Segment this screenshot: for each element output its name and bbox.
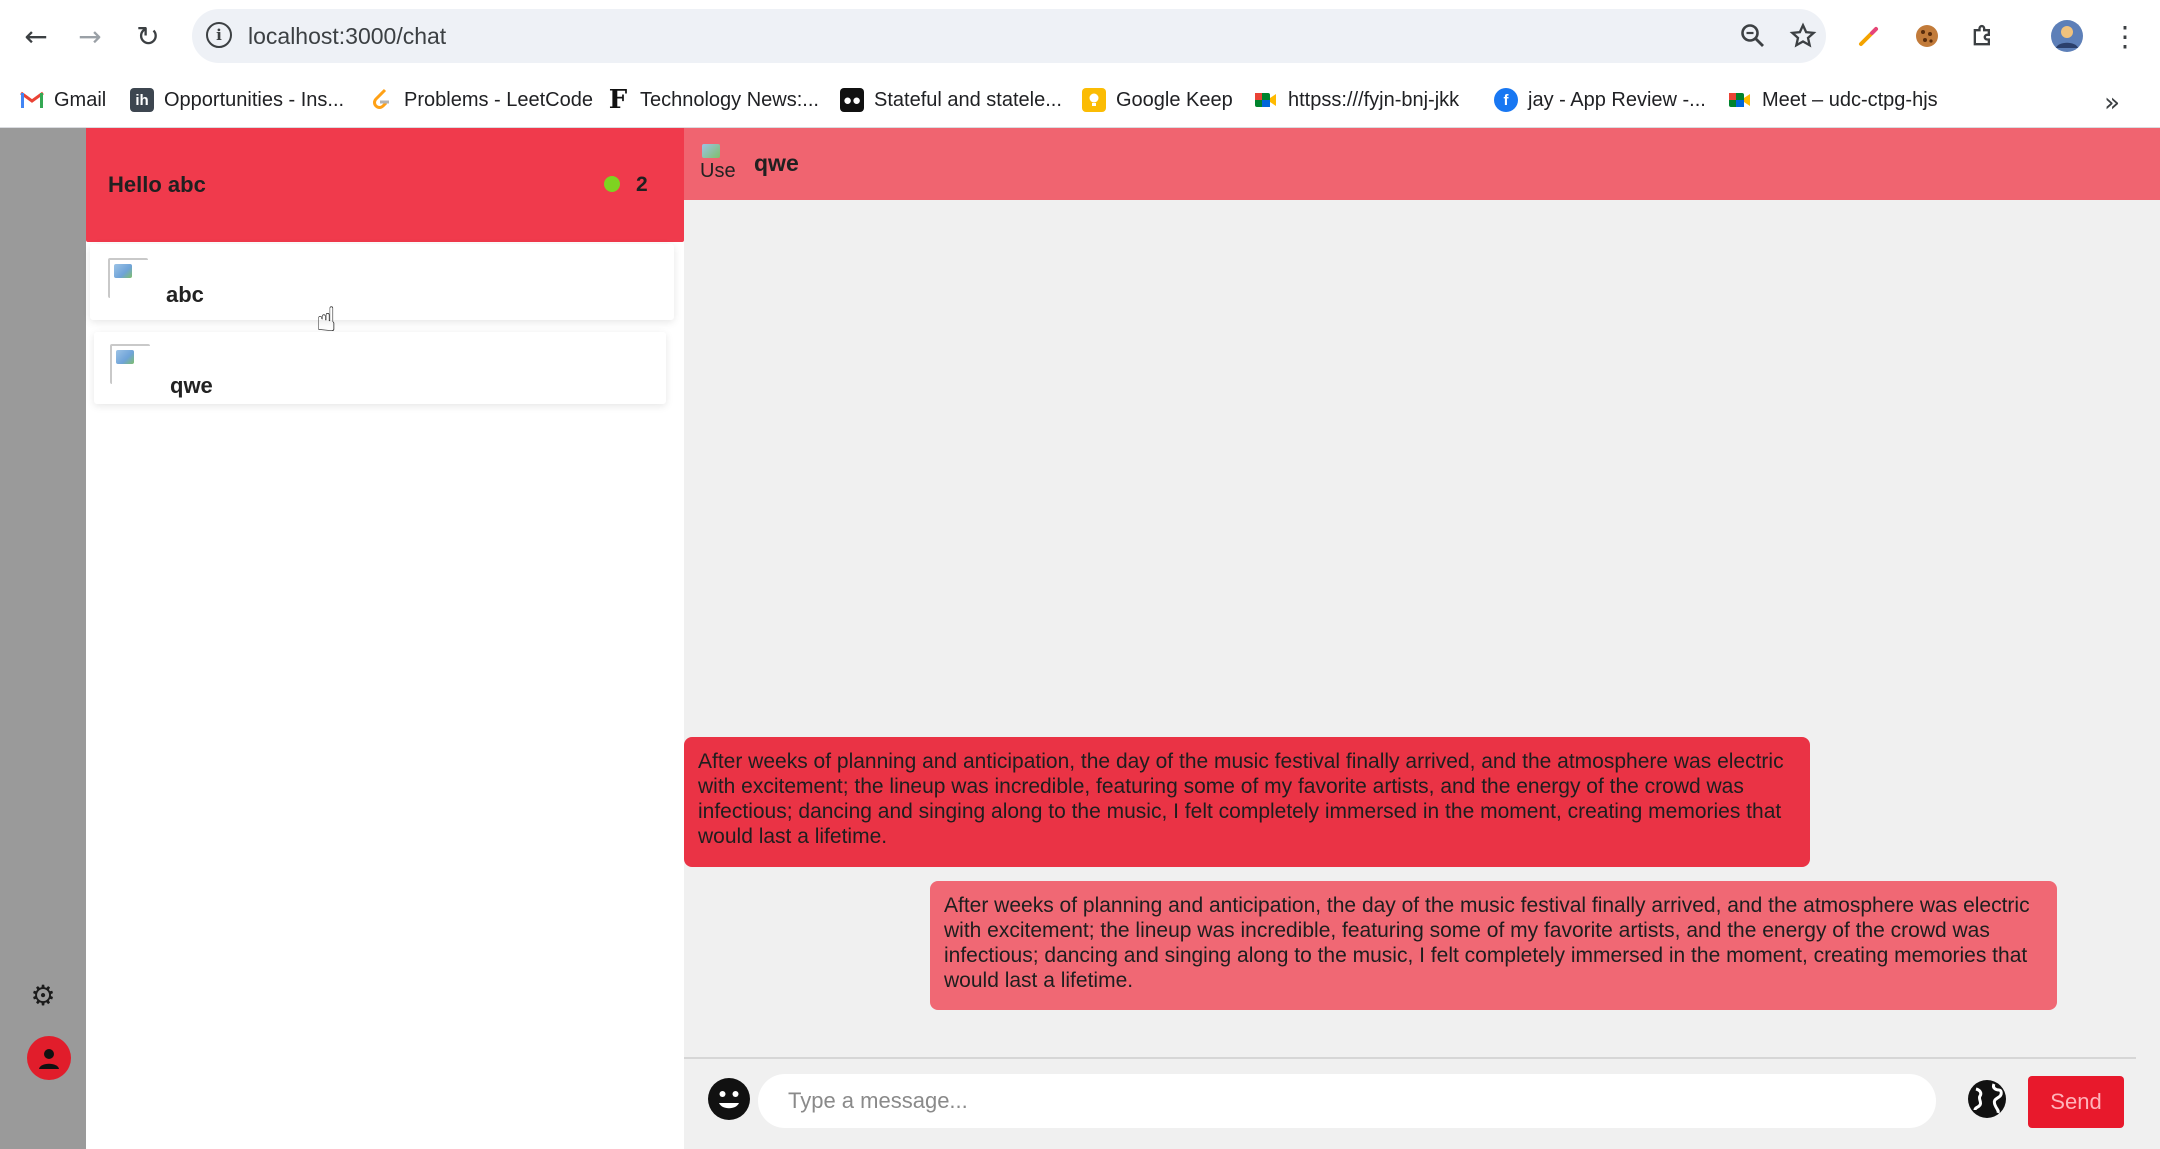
bookmark-google-keep[interactable]: Google Keep <box>1082 82 1233 118</box>
bookmark-gmail[interactable]: Gmail <box>20 82 106 118</box>
medium-icon: ●● <box>840 88 864 112</box>
globe-icon <box>1968 1080 2006 1118</box>
forward-arrow-icon[interactable]: → <box>70 16 110 56</box>
gmail-icon <box>20 88 44 112</box>
back-arrow-icon[interactable]: ← <box>16 16 56 56</box>
chat-contact-name: qwe <box>754 150 799 176</box>
cookie-icon[interactable] <box>1908 17 1946 55</box>
chat-app: ⚙ Hello abc 2 abc qwe ☝ Use qwe After we… <box>0 128 2160 1149</box>
chat-panel: Use qwe After weeks of planning and anti… <box>684 128 2160 1149</box>
online-status-dot <box>604 176 620 192</box>
user-icon <box>39 1049 59 1069</box>
user-avatar-button[interactable] <box>27 1036 71 1080</box>
conversation-sidebar: Hello abc 2 abc qwe ☝ <box>86 128 684 1149</box>
kebab-menu-icon[interactable]: ⋮ <box>2106 17 2144 55</box>
keep-icon <box>1082 88 1106 112</box>
chat-header: Use qwe <box>684 128 2160 200</box>
bookmark-meet-link[interactable]: httpss:///fyjn-bnj-jkk <box>1254 82 1459 118</box>
bookmark-technology-news[interactable]: F Technology News:... <box>606 82 819 118</box>
emoji-button[interactable] <box>708 1078 750 1120</box>
gear-icon[interactable]: ⚙ <box>28 979 58 1012</box>
divider <box>684 1057 2136 1059</box>
greeting-title: Hello abc <box>108 172 206 197</box>
avatar-alt-text: Use <box>700 160 736 182</box>
contact-avatar <box>110 344 150 384</box>
bookmark-leetcode[interactable]: Problems - LeetCode <box>370 82 593 118</box>
facebook-icon: f <box>1494 88 1518 112</box>
meet-icon <box>1728 88 1752 112</box>
profile-icon[interactable] <box>2048 17 2086 55</box>
star-icon[interactable] <box>1788 21 1818 51</box>
message-received: After weeks of planning and anticipation… <box>684 737 1810 867</box>
left-rail: ⚙ <box>0 128 86 1149</box>
site-info-icon[interactable]: i <box>206 22 232 48</box>
hand-cursor-icon: ☝ <box>316 300 337 340</box>
fortune-icon: F <box>608 85 628 115</box>
smiley-icon <box>709 1079 749 1119</box>
bookmark-stateful[interactable]: ●● Stateful and statele... <box>840 82 1062 118</box>
broken-image-icon <box>702 144 720 158</box>
contact-name: abc <box>166 282 204 307</box>
meet-icon <box>1254 88 1278 112</box>
contact-avatar <box>108 258 148 298</box>
zoom-icon[interactable] <box>1738 21 1768 51</box>
bookmark-opportunities[interactable]: ih Opportunities - Ins... <box>130 82 344 118</box>
sidebar-header: Hello abc 2 <box>86 128 684 242</box>
online-count: 2 <box>636 173 648 196</box>
bookmark-meet[interactable]: Meet – udc-ctpg-hjs <box>1728 82 1938 118</box>
pen-icon[interactable] <box>1850 17 1888 55</box>
send-button[interactable]: Send <box>2028 1076 2124 1128</box>
bookmarks-bar: Gmail ih Opportunities - Ins... Problems… <box>0 72 2160 128</box>
bookmark-app-review[interactable]: f jay - App Review -... <box>1494 82 1706 118</box>
leetcode-icon <box>370 88 394 112</box>
translate-button[interactable] <box>1966 1078 2008 1120</box>
internshala-icon: ih <box>130 88 154 112</box>
contact-name: qwe <box>170 373 213 398</box>
reload-icon[interactable]: ↻ <box>128 16 168 56</box>
url-text[interactable]: localhost:3000/chat <box>248 23 446 50</box>
message-sent: After weeks of planning and anticipation… <box>930 881 2057 1010</box>
chevron-double-right-icon[interactable]: » <box>2104 88 2120 118</box>
message-input[interactable] <box>758 1074 1936 1128</box>
chat-avatar: Use <box>698 142 738 186</box>
address-bar[interactable]: i localhost:3000/chat <box>192 9 1826 63</box>
browser-toolbar: ← → ↻ i localhost:3000/chat ⋮ <box>0 0 2160 72</box>
puzzle-icon[interactable] <box>1964 17 2002 55</box>
